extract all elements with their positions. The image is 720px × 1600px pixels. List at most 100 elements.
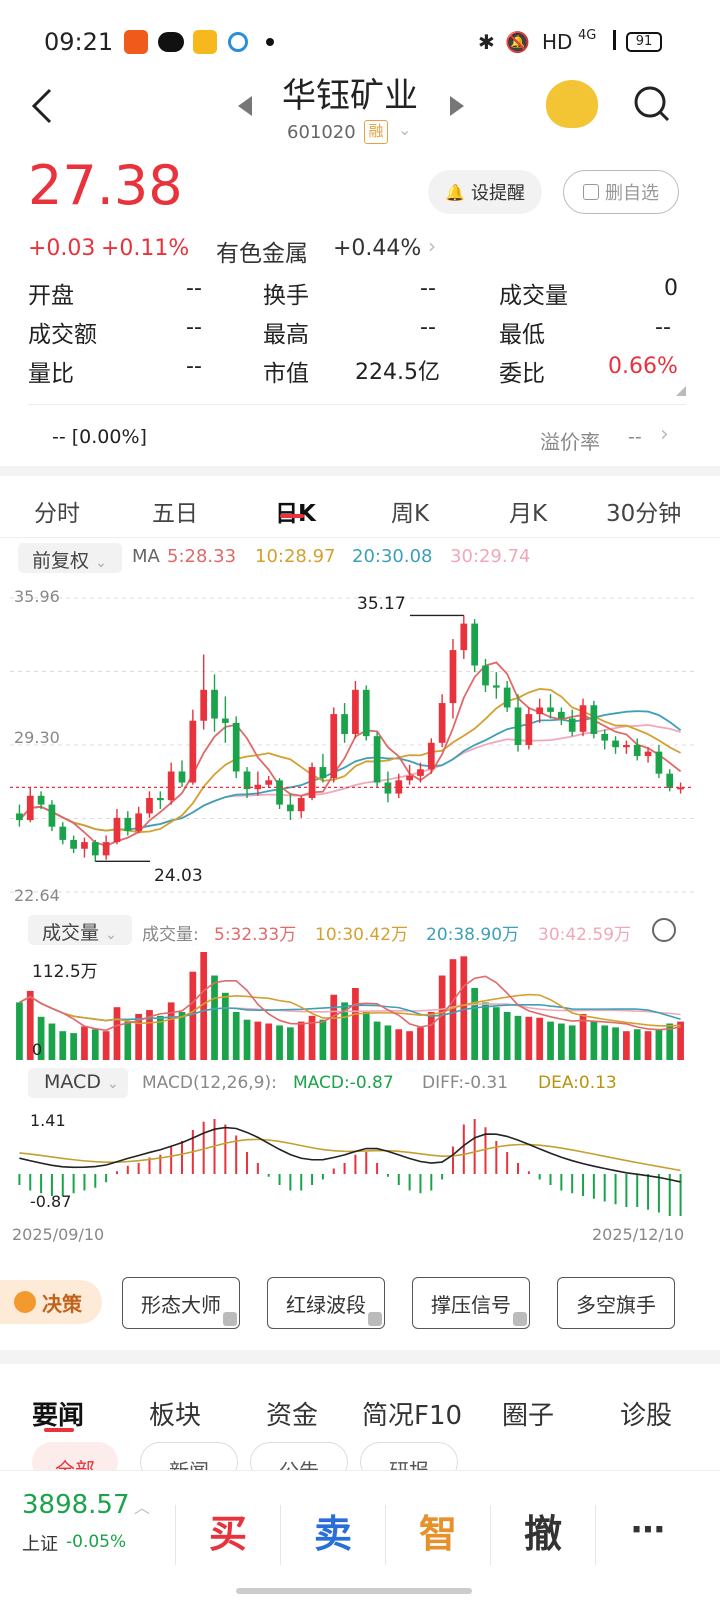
- macd-bottom-label: -0.87: [30, 1192, 72, 1211]
- candle-body: [37, 795, 45, 805]
- more-button[interactable]: ⋯: [596, 1490, 700, 1570]
- macd-params: MACD(12,26,9):: [142, 1073, 277, 1093]
- tab-wuri[interactable]: 五日: [152, 494, 198, 528]
- mascot-icon[interactable]: [546, 80, 598, 128]
- tab-zhouk[interactable]: 周K: [391, 494, 429, 528]
- cancel-order-button[interactable]: 撤: [491, 1490, 595, 1570]
- ma-label: MA: [132, 546, 160, 567]
- volume-bar: [124, 1021, 132, 1060]
- news-tab-indicator: [44, 1428, 74, 1432]
- tab-f10[interactable]: 简况F10: [362, 1395, 462, 1432]
- candle-body: [655, 751, 663, 774]
- candle-body: [373, 736, 381, 783]
- tab-fenshi[interactable]: 分时: [34, 494, 80, 528]
- volume-bar: [287, 1027, 294, 1060]
- volume-bar: [352, 988, 359, 1060]
- bell-icon: 🔔: [445, 182, 465, 202]
- signal-icon: [600, 30, 616, 50]
- candle-body: [503, 687, 511, 708]
- chip-red-green-band[interactable]: 红绿波段: [267, 1277, 385, 1329]
- candle-body: [16, 813, 23, 821]
- chevron-down-icon: ⌄: [107, 1076, 119, 1092]
- vol20-value: 20:38.90万: [426, 925, 520, 945]
- expand-corner-icon[interactable]: [676, 386, 686, 396]
- prev-stock-button[interactable]: [238, 96, 252, 116]
- date-end: 2025/12/10: [592, 1225, 685, 1244]
- search-button[interactable]: [632, 84, 672, 128]
- lock-icon: [368, 1312, 382, 1326]
- browser-app-icon: [228, 32, 248, 52]
- diff-line: [19, 1126, 681, 1183]
- settings-icon[interactable]: [652, 918, 676, 942]
- smart-button[interactable]: 智: [386, 1490, 490, 1570]
- index-name: 上证: [22, 1534, 58, 1555]
- remove-watchlist-button[interactable]: 删自选: [563, 170, 679, 214]
- volume-bar: [655, 1029, 663, 1060]
- stat-value: 0: [664, 276, 678, 301]
- more-notifications-icon: [266, 38, 274, 46]
- index-value[interactable]: 3898.57: [22, 1490, 130, 1520]
- decision-button[interactable]: 决策: [0, 1280, 102, 1324]
- tab-news-headlines[interactable]: 要闻: [32, 1395, 84, 1432]
- ma30-line: [18, 724, 681, 832]
- volume-bar: [612, 1027, 619, 1060]
- adjust-dropdown[interactable]: 前复权 ⌄: [18, 543, 122, 573]
- chip-bull-bear-flag[interactable]: 多空旗手: [557, 1277, 675, 1329]
- dea-value: DEA:0.13: [538, 1073, 617, 1093]
- price-change-pct: +0.11%: [101, 236, 190, 261]
- volume-max-label: 112.5万: [32, 962, 98, 982]
- premium-label: 溢价率: [540, 430, 600, 454]
- volume-bar: [601, 1025, 609, 1060]
- candle-body: [167, 771, 175, 801]
- tab-sector[interactable]: 板块: [149, 1395, 201, 1432]
- volume-bar: [81, 1026, 88, 1060]
- volume-bar: [384, 1025, 392, 1060]
- tab-yuek[interactable]: 月K: [509, 494, 547, 528]
- premium-left: -- [0.00%]: [52, 426, 147, 448]
- candle-body: [243, 771, 251, 790]
- mute-icon: 🔕: [505, 30, 530, 54]
- volume-bar: [211, 975, 218, 1060]
- volume-bar: [319, 1019, 327, 1060]
- tab-diagnose[interactable]: 诊股: [620, 1395, 672, 1432]
- tab-rik[interactable]: 日K: [275, 494, 316, 528]
- volume-bar: [243, 1019, 251, 1060]
- candle-body: [124, 817, 132, 832]
- sell-button[interactable]: 卖: [281, 1490, 385, 1570]
- volume-dropdown[interactable]: 成交量 ⌄: [28, 915, 132, 945]
- candle-body: [471, 623, 479, 666]
- chevron-down-icon[interactable]: ⌄: [398, 120, 411, 139]
- candle-body: [232, 722, 240, 772]
- chip-support-resistance[interactable]: 撑压信号: [412, 1277, 530, 1329]
- volume-bar: [232, 1012, 240, 1060]
- stat-label: 量比: [28, 361, 74, 387]
- candlestick-chart[interactable]: [0, 580, 720, 906]
- set-alert-button[interactable]: 🔔 设提醒: [428, 170, 542, 214]
- tab-funds[interactable]: 资金: [266, 1395, 318, 1432]
- back-button[interactable]: [28, 86, 58, 126]
- buy-button[interactable]: 买: [176, 1490, 280, 1570]
- macd-dropdown[interactable]: MACD ⌄: [28, 1068, 128, 1098]
- macd-top-label: 1.41: [30, 1111, 66, 1130]
- sector-chevron-icon[interactable]: ›: [428, 234, 436, 258]
- decision-icon: [14, 1291, 36, 1313]
- volume-bar: [276, 1025, 283, 1060]
- candle-body: [525, 714, 533, 745]
- signal-label: 4G: [578, 28, 597, 43]
- premium-chevron-icon[interactable]: ›: [660, 422, 669, 447]
- sector-change: +0.44%: [333, 236, 422, 261]
- tab-30min[interactable]: 30分钟: [606, 494, 681, 528]
- candle-body: [178, 771, 186, 783]
- tab-circle[interactable]: 圈子: [502, 1395, 554, 1432]
- stat-label: 最高: [263, 322, 309, 348]
- active-tab-indicator: [280, 514, 304, 518]
- volume-bar: [373, 1021, 381, 1060]
- chip-pattern-master[interactable]: 形态大师: [122, 1277, 240, 1329]
- price-change: +0.03: [28, 236, 96, 261]
- candle-body: [633, 745, 641, 757]
- sector-name[interactable]: 有色金属: [216, 234, 308, 268]
- stock-code: 601020: [287, 122, 356, 143]
- next-stock-button[interactable]: [450, 96, 464, 116]
- macd-chart: [18, 1119, 682, 1216]
- candle-body: [156, 797, 164, 801]
